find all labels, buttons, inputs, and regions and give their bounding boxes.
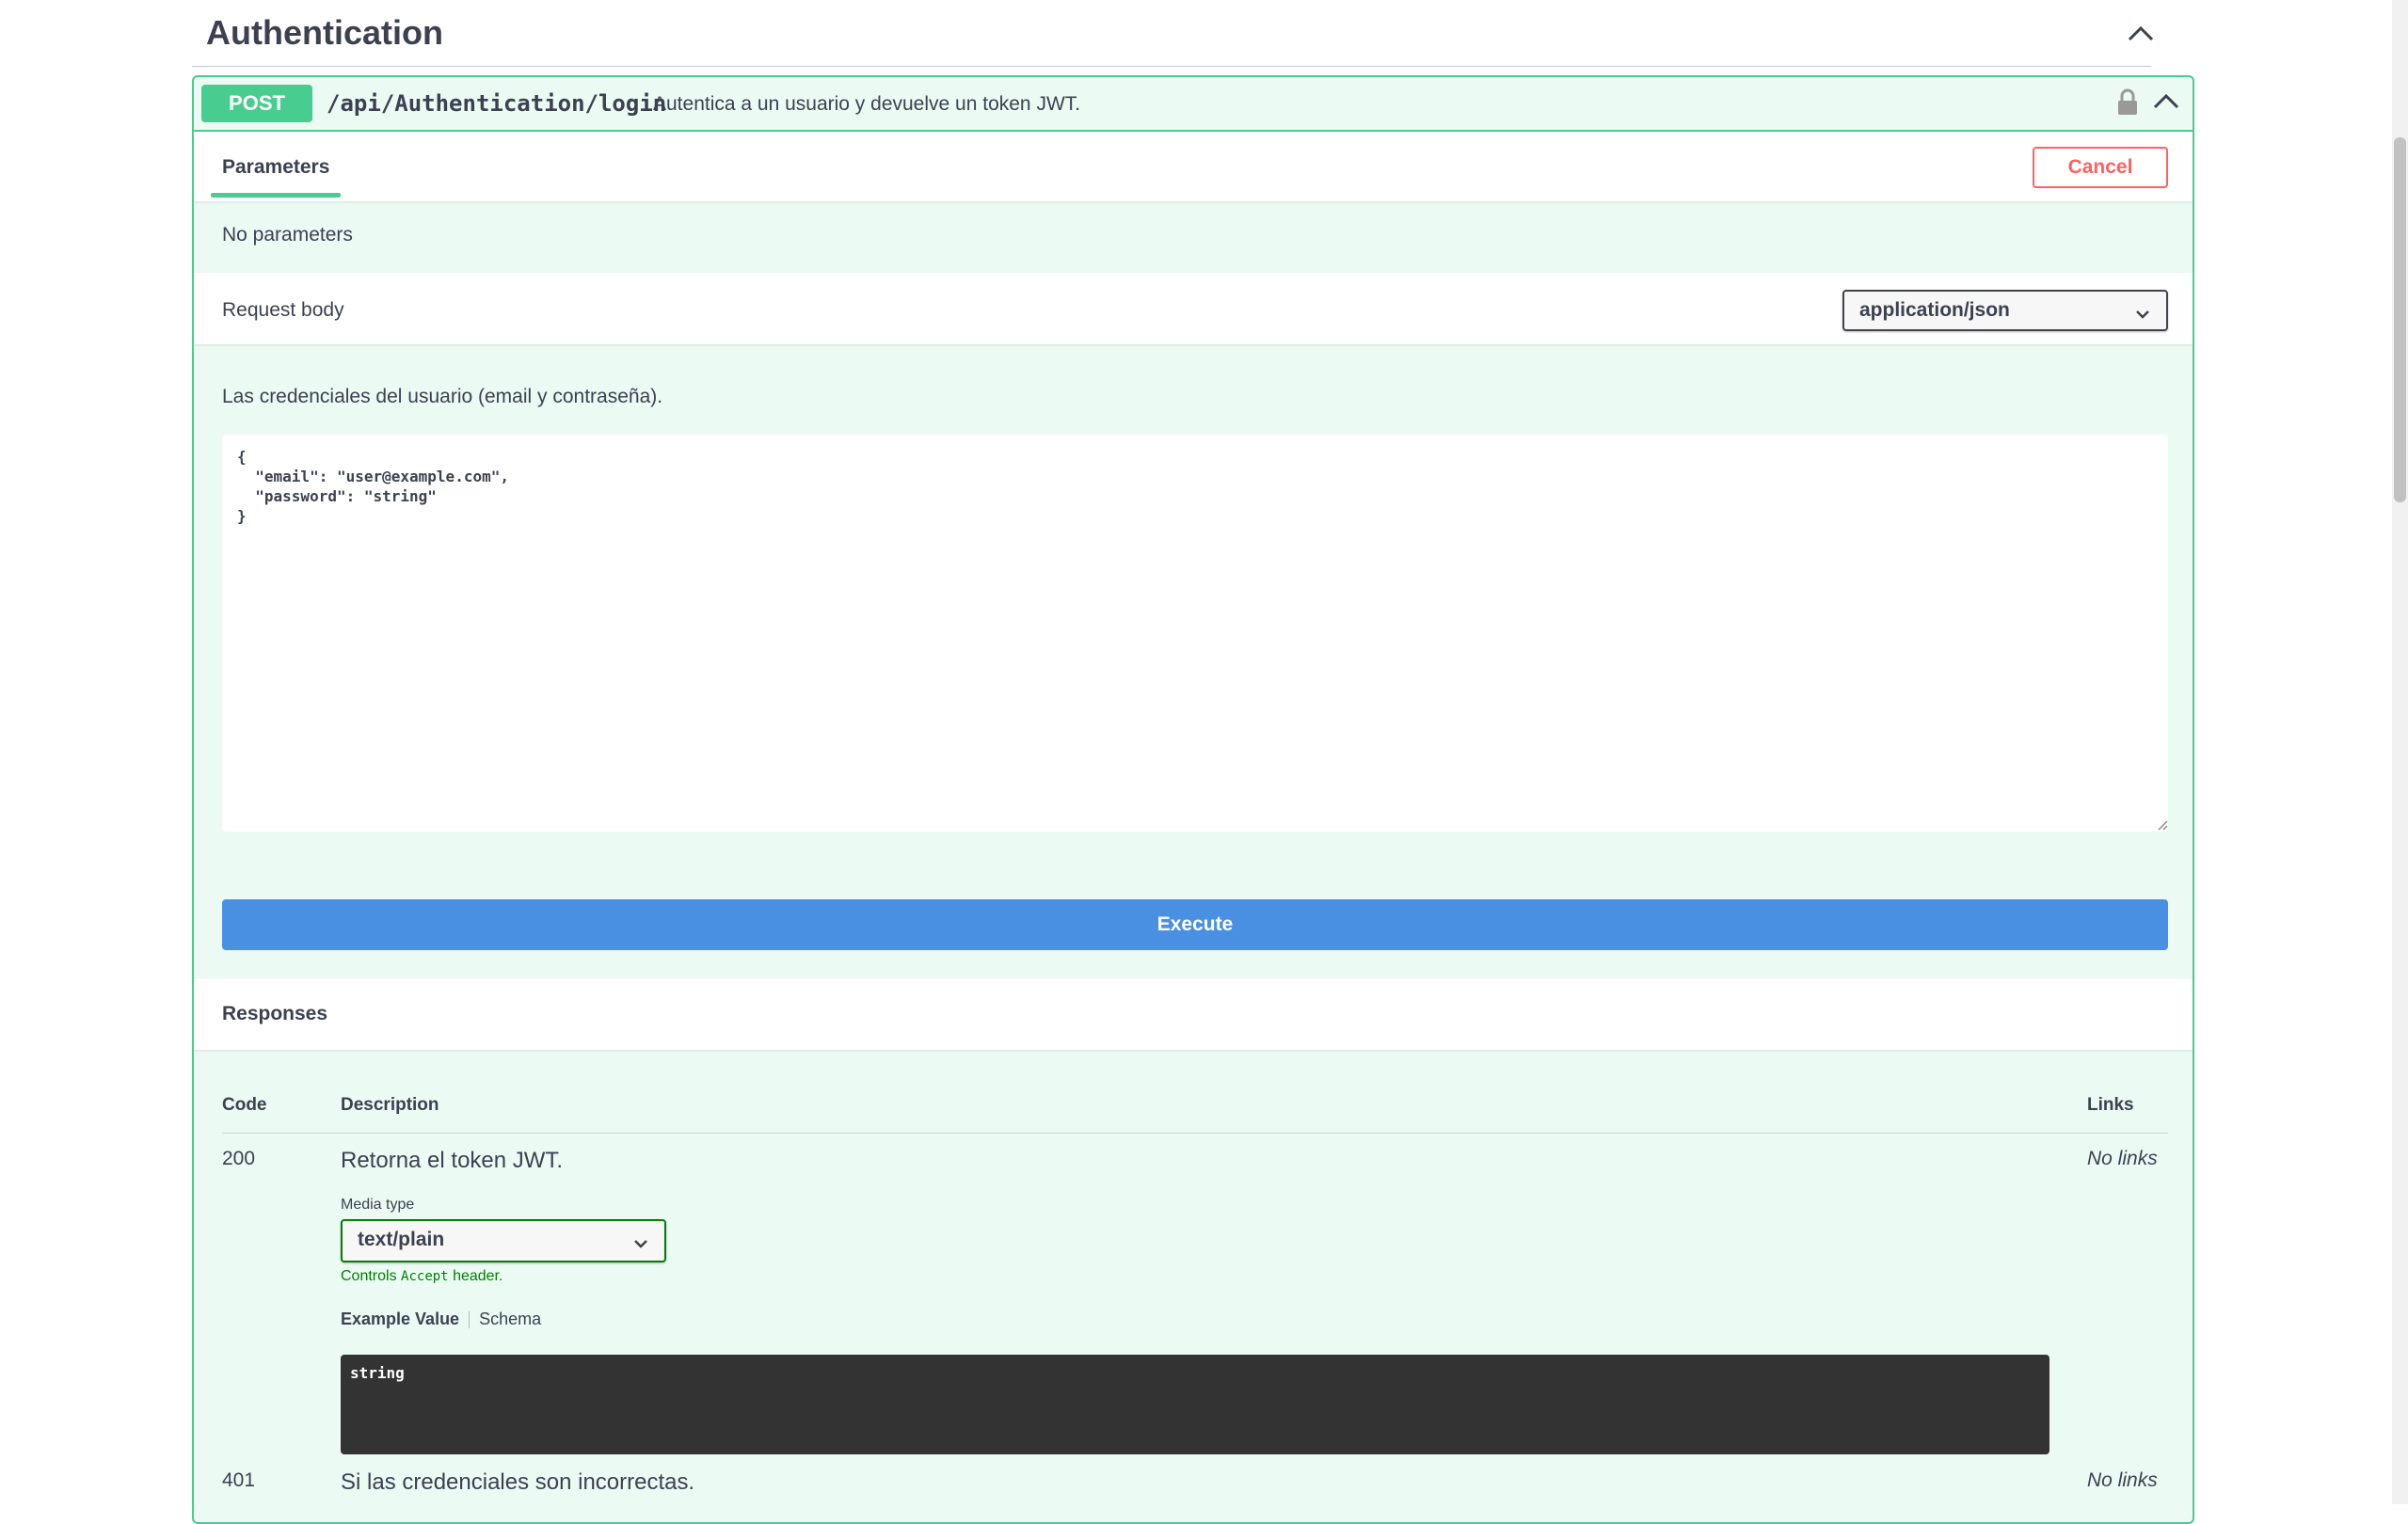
example-value-block: string — [341, 1355, 2049, 1454]
execute-button[interactable]: Execute — [222, 899, 2168, 950]
tag-header-authentication[interactable]: Authentication — [192, 0, 2154, 67]
method-badge: POST — [201, 85, 312, 122]
request-body-label: Request body — [222, 299, 344, 321]
media-type-value: text/plain — [358, 1229, 445, 1250]
operation-path[interactable]: /api/Authentication/login — [327, 90, 666, 117]
content-type-select[interactable]: application/json — [1842, 290, 2168, 331]
operation-block: POST /api/Authentication/login Autentica… — [192, 75, 2194, 1524]
tag-title: Authentication — [206, 13, 443, 52]
chevron-up-icon[interactable] — [2125, 19, 2157, 47]
media-type-select[interactable]: text/plain — [341, 1219, 666, 1262]
column-header-description: Description — [341, 1095, 439, 1115]
tab-separator — [469, 1311, 470, 1329]
controls-accept-note: Controls Accept header. — [341, 1268, 503, 1284]
media-type-label: Media type — [341, 1197, 415, 1213]
responses-title: Responses — [222, 1003, 328, 1024]
collapse-operation-icon[interactable] — [2151, 87, 2181, 117]
operation-summary[interactable]: POST /api/Authentication/login Autentica… — [194, 77, 2193, 132]
response-links: No links — [2087, 1469, 2158, 1491]
lock-icon[interactable] — [2116, 88, 2139, 121]
tab-example-value[interactable]: Example Value — [341, 1310, 459, 1328]
tab-active-indicator — [211, 193, 341, 198]
tab-parameters[interactable]: Parameters — [222, 156, 329, 179]
tab-schema[interactable]: Schema — [479, 1310, 541, 1328]
example-tabs: Example Value Schema — [341, 1310, 541, 1329]
responses-header — [194, 978, 2193, 1050]
scrollbar-thumb[interactable] — [2394, 137, 2406, 502]
chevron-down-icon — [632, 1233, 649, 1256]
chevron-down-icon — [2134, 304, 2151, 326]
column-header-links: Links — [2087, 1095, 2134, 1115]
resize-handle-icon[interactable] — [2157, 818, 2168, 835]
request-body-editor[interactable]: { "email": "user@example.com", "password… — [222, 435, 2168, 832]
parameters-header — [194, 132, 2193, 201]
response-description: Retorna el token JWT. — [341, 1148, 564, 1173]
response-code: 200 — [222, 1148, 256, 1169]
response-links: No links — [2087, 1148, 2158, 1169]
content-type-value: application/json — [1859, 299, 2010, 321]
cancel-button[interactable]: Cancel — [2033, 147, 2168, 188]
request-body-description: Las credenciales del usuario (email y co… — [222, 386, 663, 407]
table-divider — [222, 1133, 2168, 1134]
response-code: 401 — [222, 1469, 256, 1491]
response-description: Si las credenciales son incorrectas. — [341, 1469, 695, 1495]
no-parameters-text: No parameters — [222, 224, 353, 246]
column-header-code: Code — [222, 1095, 267, 1115]
operation-description: Autentica a un usuario y devuelve un tok… — [653, 93, 1081, 115]
